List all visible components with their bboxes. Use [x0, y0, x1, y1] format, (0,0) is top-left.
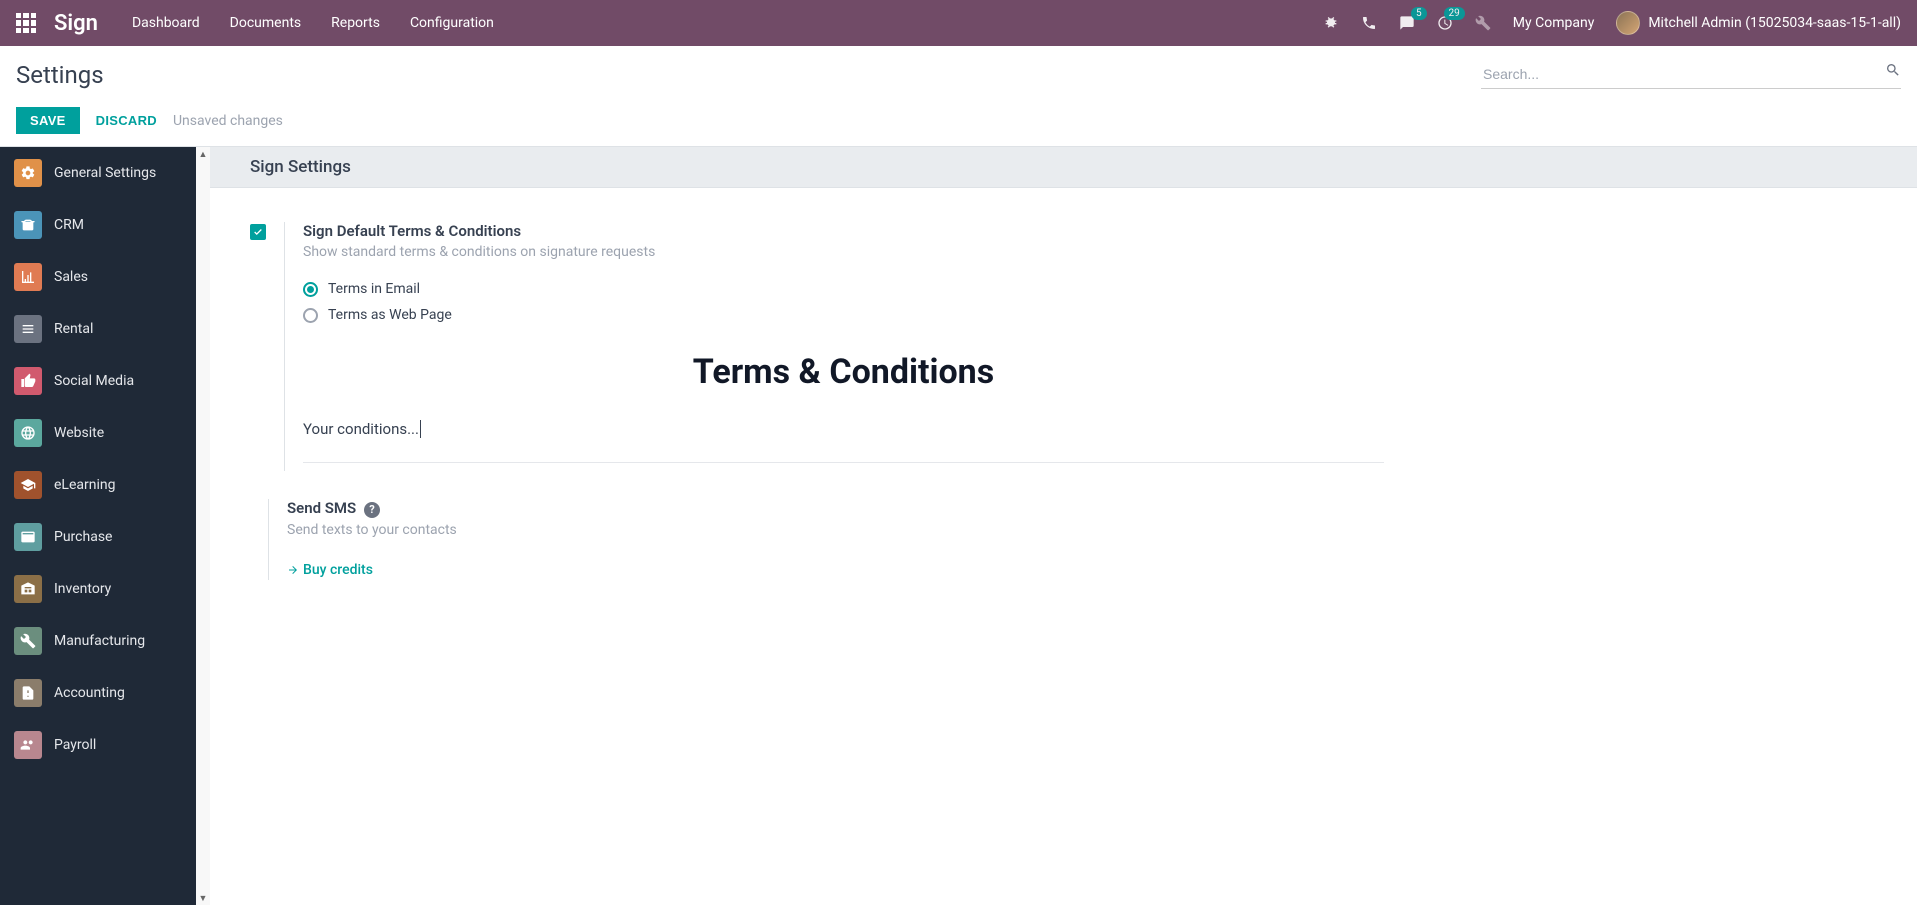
sms-title: Send SMS ?: [287, 499, 1368, 518]
terms-editor-heading[interactable]: Terms & Conditions: [303, 352, 1384, 392]
radio-icon: [303, 282, 318, 297]
terms-title: Sign Default Terms & Conditions: [303, 222, 1384, 240]
sidebar-item-label: CRM: [54, 217, 84, 233]
sidebar-item-crm[interactable]: CRM: [0, 199, 210, 251]
sidebar-item-label: Social Media: [54, 373, 134, 389]
scroll-down-icon[interactable]: ▼: [196, 891, 210, 905]
page-header: Sign Settings: [210, 147, 1917, 188]
sidebar-item-label: Accounting: [54, 685, 125, 701]
purchase-icon: [14, 523, 42, 551]
nav-menu: Dashboard Documents Reports Configuratio…: [132, 15, 494, 31]
help-icon[interactable]: ?: [364, 502, 380, 518]
nav-reports[interactable]: Reports: [331, 15, 380, 31]
discard-button[interactable]: DISCARD: [96, 113, 157, 128]
terms-editor-body[interactable]: Your conditions...: [303, 420, 1384, 463]
sidebar-item-elearn[interactable]: eLearning: [0, 459, 210, 511]
sidebar-item-label: General Settings: [54, 165, 156, 181]
unsaved-indicator: Unsaved changes: [173, 113, 283, 129]
sidebar-item-mfg[interactable]: Manufacturing: [0, 615, 210, 667]
sidebar-item-label: Purchase: [54, 529, 112, 545]
sidebar-item-label: Payroll: [54, 737, 96, 753]
scroll-up-icon[interactable]: ▲: [196, 147, 210, 161]
main-navbar: Sign Dashboard Documents Reports Configu…: [0, 0, 1917, 46]
search-input[interactable]: [1481, 60, 1901, 89]
buy-credits-link[interactable]: Buy credits: [287, 562, 373, 578]
save-button[interactable]: SAVE: [16, 107, 80, 134]
radio-icon: [303, 308, 318, 323]
sidebar-item-social[interactable]: Social Media: [0, 355, 210, 407]
nav-dashboard[interactable]: Dashboard: [132, 15, 200, 31]
settings-sidebar: General Settings CRM Sales Rental Social Med…: [0, 147, 210, 905]
sidebar-item-purchase[interactable]: Purchase: [0, 511, 210, 563]
arrow-right-icon: [287, 564, 299, 576]
sidebar-item-label: Rental: [54, 321, 93, 337]
sidebar-item-sales[interactable]: Sales: [0, 251, 210, 303]
tools-icon[interactable]: [1475, 15, 1491, 31]
radio-label: Terms as Web Page: [328, 307, 452, 323]
avatar: [1616, 11, 1640, 35]
text-cursor: [420, 420, 421, 438]
nav-configuration[interactable]: Configuration: [410, 15, 494, 31]
sidebar-item-website[interactable]: Website: [0, 407, 210, 459]
sidebar-item-payroll[interactable]: Payroll: [0, 719, 210, 771]
mfg-icon: [14, 627, 42, 655]
debug-icon[interactable]: [1323, 15, 1339, 31]
setting-terms: Sign Default Terms & Conditions Show sta…: [250, 208, 1877, 485]
phone-icon[interactable]: [1361, 15, 1377, 31]
inventory-icon: [14, 575, 42, 603]
control-panel: Settings SAVE DISCARD Unsaved changes: [0, 46, 1917, 146]
settings-body: General Settings CRM Sales Rental Social Med…: [0, 146, 1917, 905]
sidebar-scrollbar[interactable]: ▲ ▼: [196, 147, 210, 905]
radio-label: Terms in Email: [328, 281, 420, 297]
activities-badge: 29: [1444, 7, 1465, 20]
sidebar-item-label: Website: [54, 425, 104, 441]
search-button[interactable]: [1885, 62, 1901, 81]
terms-desc: Show standard terms & conditions on sign…: [303, 244, 1384, 260]
radio-terms-web[interactable]: Terms as Web Page: [303, 302, 1384, 328]
search-icon: [1885, 62, 1901, 78]
settings-main: Sign Settings Sign Default Terms & Condi…: [210, 147, 1917, 905]
social-icon: [14, 367, 42, 395]
sidebar-item-label: Manufacturing: [54, 633, 145, 649]
sidebar-item-label: Sales: [54, 269, 88, 285]
app-brand[interactable]: Sign: [54, 11, 98, 36]
check-icon: [253, 227, 263, 237]
sms-desc: Send texts to your contacts: [287, 522, 1368, 538]
sidebar-item-inventory[interactable]: Inventory: [0, 563, 210, 615]
radio-terms-email[interactable]: Terms in Email: [303, 276, 1384, 302]
nav-documents[interactable]: Documents: [230, 15, 301, 31]
activities-icon[interactable]: 29: [1437, 15, 1453, 31]
nav-right: 5 29 My Company Mitchell Admin (15025034…: [1323, 11, 1901, 35]
website-icon: [14, 419, 42, 447]
payroll-icon: [14, 731, 42, 759]
general-icon: [14, 159, 42, 187]
search-wrap: [1481, 60, 1901, 89]
messages-badge: 5: [1411, 7, 1427, 20]
breadcrumb: Settings: [16, 61, 104, 89]
terms-checkbox[interactable]: [250, 224, 266, 240]
crm-icon: [14, 211, 42, 239]
messages-icon[interactable]: 5: [1399, 15, 1415, 31]
user-menu[interactable]: Mitchell Admin (15025034-saas-15-1-all): [1616, 11, 1901, 35]
sidebar-item-label: Inventory: [54, 581, 111, 597]
apps-icon[interactable]: [16, 13, 36, 33]
user-name: Mitchell Admin (15025034-saas-15-1-all): [1648, 15, 1901, 31]
sidebar-item-acct[interactable]: Accounting: [0, 667, 210, 719]
company-switcher[interactable]: My Company: [1513, 15, 1595, 31]
elearn-icon: [14, 471, 42, 499]
sidebar-item-label: eLearning: [54, 477, 115, 493]
sales-icon: [14, 263, 42, 291]
setting-sms: Send SMS ? Send texts to your contacts B…: [250, 485, 1877, 594]
rental-icon: [14, 315, 42, 343]
acct-icon: [14, 679, 42, 707]
sidebar-item-general[interactable]: General Settings: [0, 147, 210, 199]
sidebar-item-rental[interactable]: Rental: [0, 303, 210, 355]
